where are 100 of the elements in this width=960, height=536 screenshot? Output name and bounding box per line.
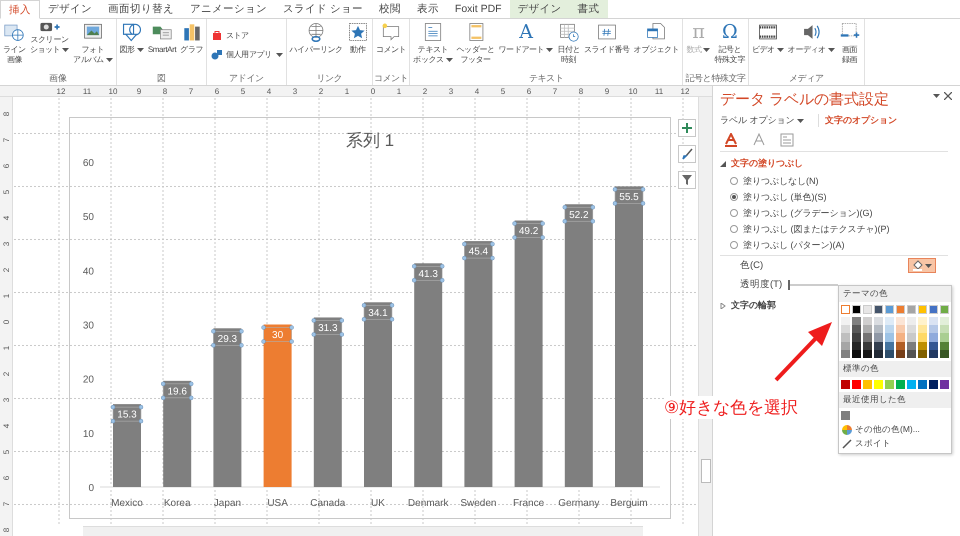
category-label: Germany [558, 498, 600, 509]
photo-album-button[interactable]: フォト アルバム [71, 22, 115, 65]
screen-recording-button[interactable]: 画面 録画 [836, 22, 863, 65]
header-footer-button[interactable]: ヘッダーと フッター [454, 22, 497, 65]
ribbon-tab[interactable]: 画面切り替え [100, 0, 182, 18]
ribbon-tab[interactable]: デザイン [40, 0, 100, 18]
ribbon-tab[interactable]: 書式 [570, 0, 608, 18]
shade-swatches[interactable] [863, 317, 872, 358]
bar[interactable] [464, 241, 492, 487]
picture-button[interactable]: ライン 画像 [1, 22, 28, 65]
shade-swatches[interactable] [841, 317, 850, 358]
horizontal-scrollbar[interactable] [83, 526, 643, 536]
smartart-button[interactable]: SmartArt [146, 22, 178, 55]
data-label[interactable]: 55.5 [612, 187, 646, 206]
pane-tab[interactable]: ラベル オプション [720, 114, 808, 127]
color-swatch[interactable] [841, 411, 850, 420]
color-swatch[interactable] [940, 380, 949, 389]
shapes-button[interactable]: 図形 [118, 22, 146, 55]
color-swatch[interactable] [929, 380, 938, 389]
data-label: 15.3 [117, 410, 138, 421]
color-swatch[interactable] [841, 380, 850, 389]
expand-arrow-icon[interactable] [720, 302, 726, 308]
video-button[interactable]: ビデオ [750, 22, 786, 55]
section-header[interactable]: 文字の塗りつぶし [731, 157, 804, 170]
palette-command[interactable]: スポイト [839, 437, 894, 451]
bar[interactable] [514, 220, 543, 487]
add-element-button[interactable] [678, 119, 696, 137]
data-label[interactable]: 19.6 [160, 382, 194, 400]
ribbon-tab[interactable]: デザイン [510, 0, 570, 18]
axis-tick-label: 50 [82, 212, 94, 224]
ribbon-tab[interactable]: 挿入 [0, 0, 40, 19]
screenshot-button[interactable]: スクリーン ショット [28, 22, 72, 55]
shade-swatches[interactable] [874, 317, 883, 358]
ribbon-tab[interactable]: 校閲 [370, 0, 409, 18]
shade-swatches[interactable] [885, 317, 894, 358]
data-label[interactable]: 15.3 [110, 404, 144, 424]
vertical-scrollbar[interactable] [698, 97, 712, 536]
comment-button[interactable]: コメント [374, 22, 408, 55]
color-swatch[interactable] [852, 380, 861, 389]
radio-button[interactable] [730, 225, 738, 233]
action-button[interactable]: 動作 [344, 22, 371, 55]
hyperlink-button[interactable]: ハイパーリンク [288, 22, 345, 55]
color-swatch[interactable] [907, 380, 916, 389]
bar[interactable] [314, 317, 342, 487]
text-box-button[interactable]: テキスト ボックス [411, 22, 455, 65]
color-swatch[interactable] [885, 380, 894, 389]
color-swatch[interactable] [841, 305, 850, 314]
radio-button[interactable] [730, 209, 738, 217]
shade-swatches[interactable] [852, 317, 861, 358]
bar[interactable] [264, 324, 292, 487]
wordart-button[interactable]: A ワードアート [496, 22, 556, 55]
date-time-button[interactable]: 日付と 時刻 [555, 22, 582, 65]
data-label[interactable]: 49.2 [512, 221, 545, 240]
caret-icon [776, 48, 784, 52]
expand-arrow-icon[interactable] [720, 160, 726, 166]
bar[interactable] [564, 204, 593, 487]
shade-swatches[interactable] [940, 317, 949, 358]
close-icon[interactable] [944, 92, 952, 100]
bar[interactable] [364, 302, 392, 487]
audio-button[interactable]: オーディオ [786, 22, 837, 55]
color-swatch[interactable] [918, 380, 927, 389]
my-apps-button[interactable]: 個人用アプリ [208, 45, 285, 64]
data-label[interactable]: 31.3 [312, 318, 344, 337]
bar[interactable] [163, 380, 192, 487]
chart-style-button[interactable] [678, 145, 696, 163]
caret-icon [797, 119, 804, 123]
slide-number-button[interactable]: スライド番号 [582, 22, 632, 55]
icon-tab[interactable] [780, 133, 794, 147]
shade-swatches[interactable] [896, 317, 905, 358]
radio-button[interactable] [730, 241, 738, 249]
bar[interactable] [213, 328, 242, 487]
radio-button[interactable] [730, 193, 738, 201]
shade-swatches[interactable] [929, 317, 938, 358]
object-button[interactable]: オブジェクト [632, 22, 682, 55]
store-button[interactable]: ストア [208, 26, 285, 45]
pane-tab[interactable]: 文字のオプション [818, 114, 902, 127]
section-header[interactable]: 文字の輪郭 [731, 299, 776, 312]
palette-command[interactable]: その他の色(M)... [839, 423, 923, 437]
filter-button[interactable] [678, 171, 696, 189]
bar[interactable] [113, 404, 141, 487]
color-swatch[interactable] [896, 380, 905, 389]
bar[interactable] [414, 263, 442, 487]
radio-button[interactable] [730, 177, 738, 185]
data-label[interactable]: 34.1 [362, 303, 394, 322]
color-button[interactable] [908, 258, 936, 273]
icon-tab[interactable] [752, 133, 766, 147]
shade-swatches[interactable] [918, 317, 927, 358]
data-label[interactable]: 52.2 [562, 205, 596, 224]
icon-tab[interactable] [724, 133, 738, 147]
ribbon-tab[interactable]: 表示 [408, 0, 447, 18]
data-label[interactable]: 45.4 [462, 242, 495, 260]
ribbon-tab[interactable]: Foxit PDF [446, 0, 510, 18]
symbol-button[interactable]: Ω 記号と 特殊文字 [712, 22, 747, 65]
data-label[interactable]: 29.3 [211, 329, 244, 348]
ribbon-tab[interactable]: アニメーション [182, 0, 275, 18]
chart-button[interactable]: グラフ [178, 22, 205, 55]
data-label[interactable]: 41.3 [412, 264, 444, 283]
shade-swatches[interactable] [907, 317, 916, 358]
data-label: 30 [272, 330, 284, 341]
ribbon-tab[interactable]: スライド ショー [275, 0, 371, 18]
